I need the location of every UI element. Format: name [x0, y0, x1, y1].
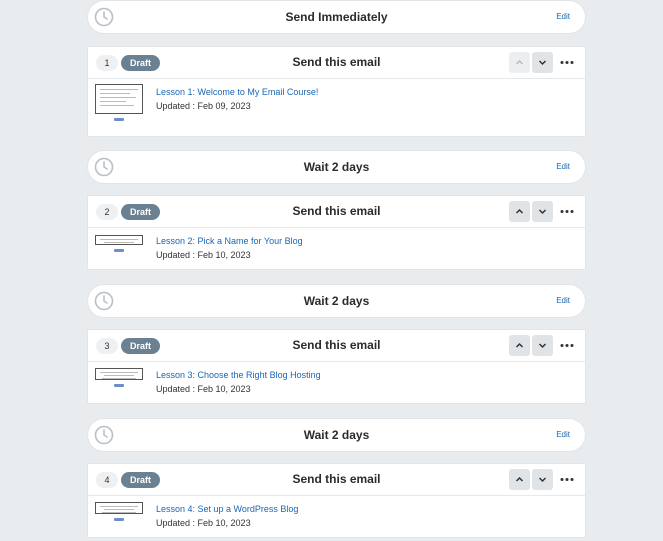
email-preview-logo — [114, 384, 124, 387]
email-subject-link[interactable]: Lesson 4: Set up a WordPress Blog — [156, 504, 298, 514]
edit-wait-button[interactable]: Edit — [556, 1, 570, 33]
email-preview-logo — [114, 518, 124, 521]
email-step-header: 3 Draft Send this email — [88, 330, 585, 362]
wait-step: Wait 2 days Edit — [88, 419, 585, 451]
email-subject-link[interactable]: Lesson 2: Pick a Name for Your Blog — [156, 236, 303, 246]
more-options-button[interactable] — [557, 335, 577, 356]
move-down-button[interactable] — [532, 201, 553, 222]
edit-wait-button[interactable]: Edit — [556, 285, 570, 317]
email-preview-page — [95, 502, 143, 514]
chevron-up-icon — [515, 342, 524, 348]
email-updated-date: Updated : Feb 10, 2023 — [156, 518, 251, 528]
wait-step-title: Wait 2 days — [303, 160, 370, 174]
more-options-button[interactable] — [557, 52, 577, 73]
chevron-down-icon — [538, 343, 547, 349]
edit-wait-button[interactable]: Edit — [556, 419, 570, 451]
wait-step: Send Immediately Edit — [88, 1, 585, 33]
move-up-button[interactable] — [509, 335, 530, 356]
email-preview-page — [95, 368, 143, 380]
email-thumbnail[interactable] — [95, 84, 143, 124]
email-preview-page — [95, 235, 143, 245]
chevron-up-icon — [515, 59, 524, 65]
move-down-button[interactable] — [532, 469, 553, 490]
more-options-button[interactable] — [557, 201, 577, 222]
chevron-up-icon — [515, 476, 524, 482]
more-options-button[interactable] — [557, 469, 577, 490]
email-updated-date: Updated : Feb 09, 2023 — [156, 101, 251, 111]
email-preview-logo — [114, 249, 124, 252]
wait-step-title: Wait 2 days — [303, 294, 370, 308]
email-updated-date: Updated : Feb 10, 2023 — [156, 384, 251, 394]
edit-wait-button[interactable]: Edit — [556, 151, 570, 183]
email-step-header: 1 Draft Send this email — [88, 47, 585, 79]
email-thumbnail[interactable] — [95, 501, 143, 541]
move-down-button[interactable] — [532, 52, 553, 73]
chevron-up-icon — [515, 208, 524, 214]
email-subject-link[interactable]: Lesson 1: Welcome to My Email Course! — [156, 87, 318, 97]
move-up-button[interactable] — [509, 469, 530, 490]
wait-step: Wait 2 days Edit — [88, 285, 585, 317]
chevron-down-icon — [538, 477, 547, 483]
more-horizontal-icon — [560, 210, 574, 213]
email-step-header: 4 Draft Send this email — [88, 464, 585, 496]
more-horizontal-icon — [560, 344, 574, 347]
move-up-button[interactable] — [509, 52, 530, 73]
more-horizontal-icon — [560, 478, 574, 481]
chevron-down-icon — [538, 60, 547, 66]
email-updated-date: Updated : Feb 10, 2023 — [156, 250, 251, 260]
move-down-button[interactable] — [532, 335, 553, 356]
email-step: 3 Draft Send this email Lesson 3: Choose… — [88, 330, 585, 403]
email-step-header: 2 Draft Send this email — [88, 196, 585, 228]
email-thumbnail[interactable] — [95, 233, 143, 273]
email-preview-logo — [114, 118, 124, 121]
move-up-button[interactable] — [509, 201, 530, 222]
email-step: 2 Draft Send this email Lesson 2: Pick a… — [88, 196, 585, 269]
chevron-down-icon — [538, 209, 547, 215]
email-thumbnail[interactable] — [95, 367, 143, 407]
email-step: 4 Draft Send this email Lesson 4: Set up… — [88, 464, 585, 537]
wait-step: Wait 2 days Edit — [88, 151, 585, 183]
email-step: 1 Draft Send this email Lesson 1: Welcom… — [88, 47, 585, 136]
email-preview-page — [95, 84, 143, 114]
more-horizontal-icon — [560, 61, 574, 64]
wait-step-title: Wait 2 days — [303, 428, 370, 442]
wait-step-title: Send Immediately — [285, 10, 388, 24]
email-subject-link[interactable]: Lesson 3: Choose the Right Blog Hosting — [156, 370, 321, 380]
